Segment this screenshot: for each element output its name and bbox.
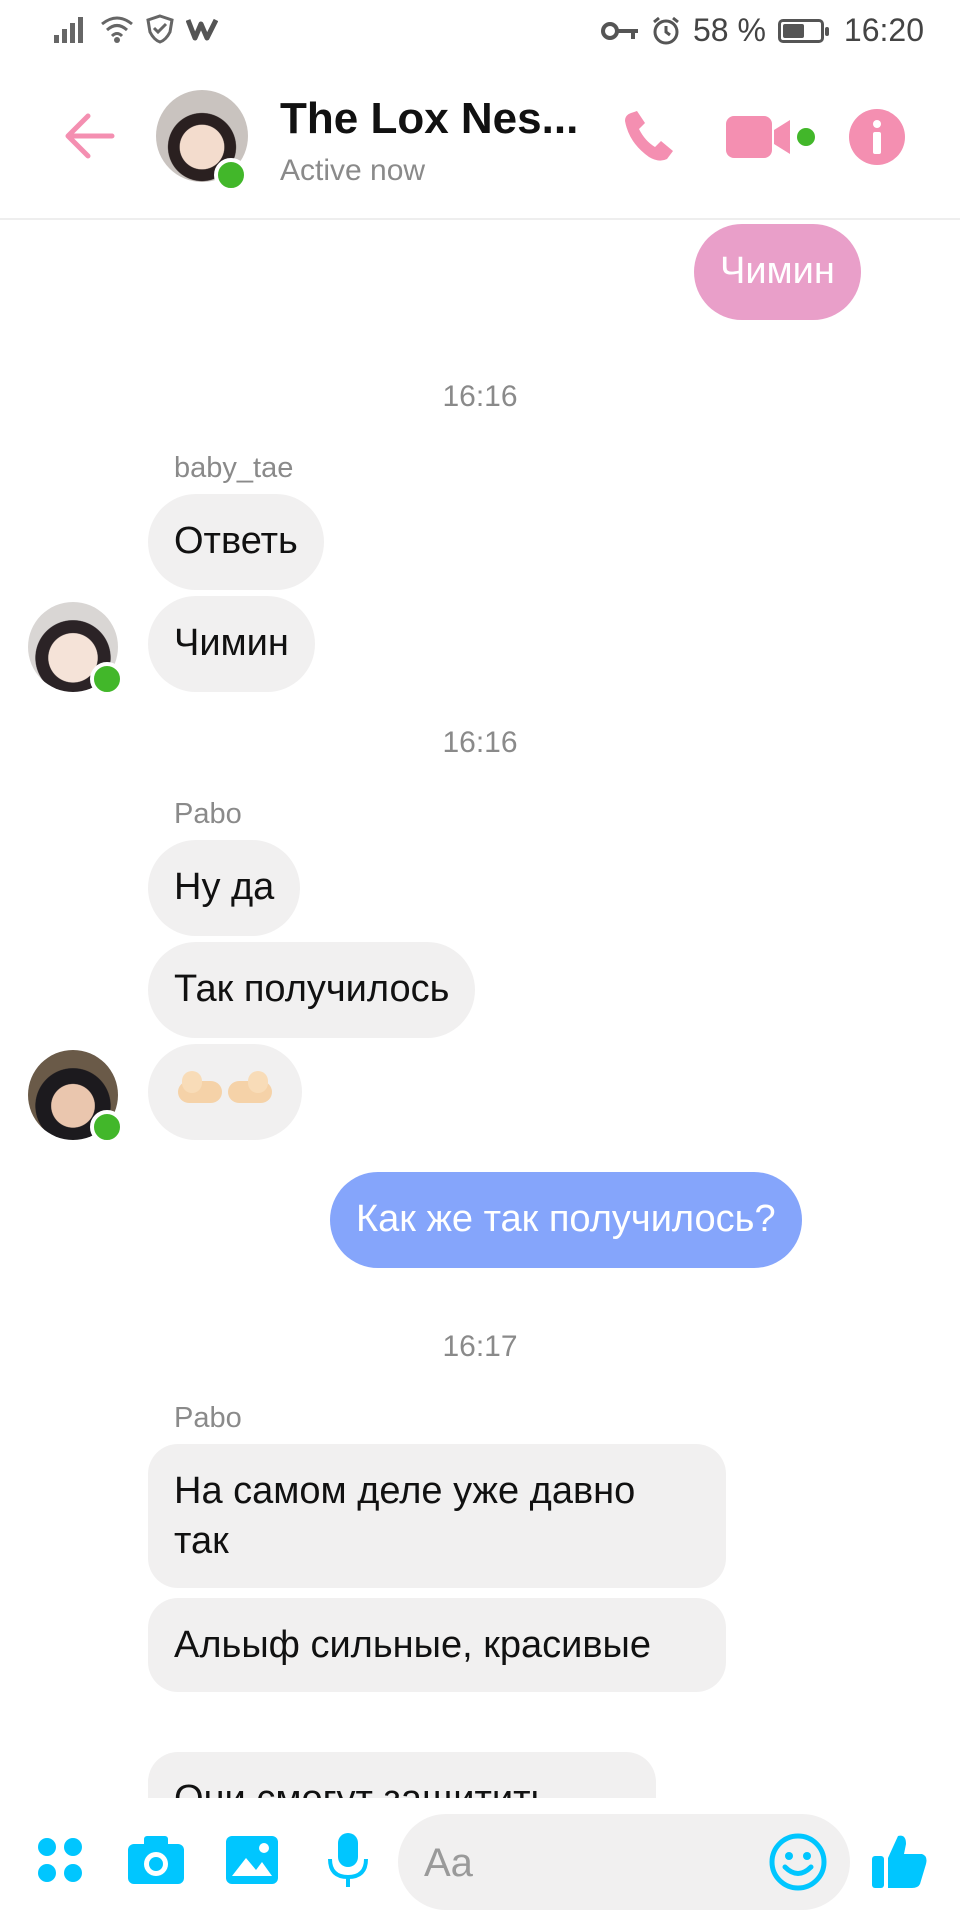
shield-icon	[146, 14, 174, 44]
status-bar: 58 % 16:20	[0, 0, 960, 66]
video-call-button[interactable]	[724, 102, 820, 172]
message-input[interactable]	[422, 1832, 746, 1894]
incoming-message[interactable]: Они смогут защитить	[148, 1752, 656, 1798]
key-icon	[600, 21, 638, 40]
phone-icon	[625, 111, 673, 161]
call-button[interactable]	[614, 102, 684, 172]
online-indicator	[90, 662, 124, 696]
gallery-button[interactable]	[220, 1828, 284, 1892]
battery-icon	[777, 18, 829, 43]
wifi-icon	[101, 16, 133, 43]
active-status: Active now	[280, 154, 426, 187]
online-indicator	[90, 1110, 124, 1144]
back-button[interactable]	[60, 106, 120, 166]
emoji-message[interactable]	[148, 1044, 302, 1140]
sender-name: Pabo	[174, 798, 242, 830]
more-actions-button[interactable]	[28, 1828, 92, 1892]
w-app-icon	[186, 18, 218, 41]
timestamp: 16:17	[442, 1330, 518, 1363]
emoji-button[interactable]	[768, 1832, 828, 1892]
microphone-icon	[328, 1833, 368, 1887]
incoming-message[interactable]: Альыф сильные, красивые	[148, 1598, 726, 1692]
conversation-title[interactable]: The Lox Nes...	[280, 94, 578, 144]
message-list[interactable]: Чимин 16:16 baby_tae Ответь Чимин 16:16 …	[0, 220, 960, 1798]
signal-icon	[54, 17, 83, 43]
incoming-message[interactable]: Ответь	[148, 494, 324, 590]
timestamp: 16:16	[442, 380, 518, 413]
message-composer	[398, 1814, 850, 1910]
composer-bar	[0, 1798, 960, 1920]
sender-name: Pabo	[174, 1402, 242, 1434]
incoming-message[interactable]: Чимин	[148, 596, 315, 692]
status-bar-right: 58 % 16:20	[600, 12, 924, 49]
incoming-message[interactable]: Ну да	[148, 840, 301, 936]
camera-button[interactable]	[124, 1828, 188, 1892]
timestamp: 16:16	[442, 726, 518, 759]
alarm-icon	[653, 16, 679, 44]
voice-button[interactable]	[316, 1828, 380, 1892]
status-bar-left	[54, 14, 218, 44]
online-indicator	[214, 158, 248, 192]
sender-name: baby_tae	[174, 452, 294, 484]
pointing-fingers-emoji	[178, 1071, 272, 1103]
conversation-header: The Lox Nes... Active now	[0, 66, 960, 220]
back-arrow-icon	[65, 113, 115, 159]
thumbs-up-icon	[872, 1835, 927, 1888]
clock: 16:20	[843, 12, 924, 48]
outgoing-message[interactable]: Как же так получилось?	[330, 1172, 802, 1268]
menu-dots-icon	[38, 1838, 82, 1882]
video-camera-icon	[726, 116, 815, 158]
incoming-message[interactable]: На самом деле уже давно так	[148, 1444, 726, 1588]
info-button[interactable]	[842, 102, 912, 172]
incoming-message[interactable]: Так получилось	[148, 942, 476, 1038]
outgoing-message[interactable]: Чимин	[694, 224, 861, 320]
image-icon	[226, 1836, 278, 1884]
info-icon	[849, 109, 905, 165]
battery-percent: 58 %	[692, 12, 766, 48]
like-button[interactable]	[868, 1828, 932, 1892]
emoji-icon	[769, 1833, 827, 1891]
camera-icon	[128, 1836, 184, 1884]
